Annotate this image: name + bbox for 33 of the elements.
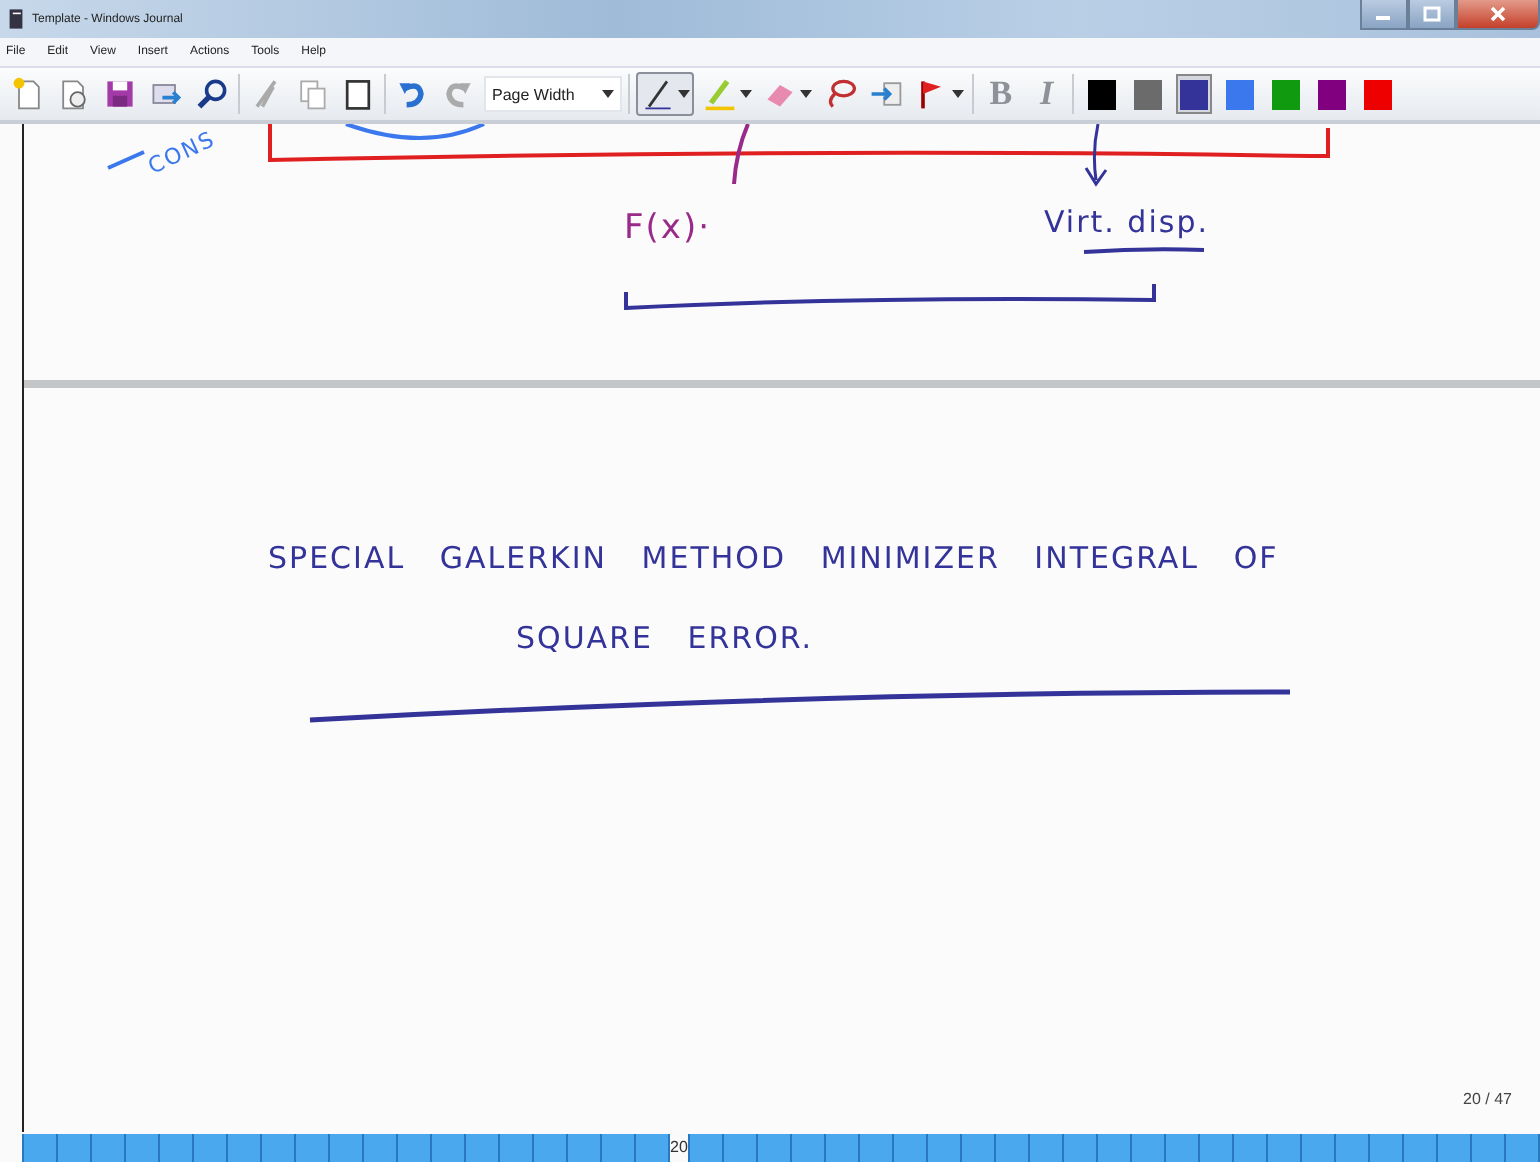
search-icon bbox=[194, 76, 230, 112]
ink-stroke bbox=[345, 124, 485, 140]
caret-icon bbox=[602, 90, 615, 98]
journal-icon bbox=[8, 8, 24, 30]
handwritten-text: SPECIAL GALERKIN METHOD MINIMIZER INTEGRAL OF bbox=[268, 540, 1279, 576]
pen-button[interactable] bbox=[636, 72, 695, 116]
handwritten-text: Virt. disp. bbox=[1044, 204, 1209, 240]
caret-icon bbox=[678, 90, 691, 98]
caret-icon bbox=[952, 90, 965, 98]
zoom-dropdown[interactable]: Page Width bbox=[484, 76, 623, 112]
minimize-button[interactable] bbox=[1360, 0, 1408, 30]
copy-icon bbox=[294, 76, 330, 112]
page-number: 20 bbox=[670, 1138, 688, 1156]
ink-stroke bbox=[732, 124, 750, 185]
close-button[interactable] bbox=[1456, 0, 1540, 30]
page-icon bbox=[10, 76, 46, 112]
page-clock-icon bbox=[56, 76, 92, 112]
insert-space-icon bbox=[868, 76, 905, 112]
maximize-button[interactable] bbox=[1408, 0, 1456, 30]
handwritten-text: F(x)· bbox=[624, 208, 712, 248]
caret-icon bbox=[800, 90, 813, 98]
underline-stroke bbox=[1083, 247, 1205, 254]
highlighter-icon bbox=[702, 76, 739, 112]
ink-stroke bbox=[107, 150, 145, 170]
clipboard-icon bbox=[340, 76, 376, 112]
save-icon bbox=[102, 76, 138, 112]
maximize-icon bbox=[1422, 6, 1442, 22]
page-counter: 20 / 47 bbox=[1463, 1090, 1512, 1108]
caret-icon bbox=[740, 90, 753, 98]
handwritten-text: SQUARE ERROR. bbox=[516, 620, 814, 656]
close-icon bbox=[1488, 6, 1508, 22]
pen-icon bbox=[640, 76, 677, 112]
arrow-stroke bbox=[1084, 124, 1108, 186]
